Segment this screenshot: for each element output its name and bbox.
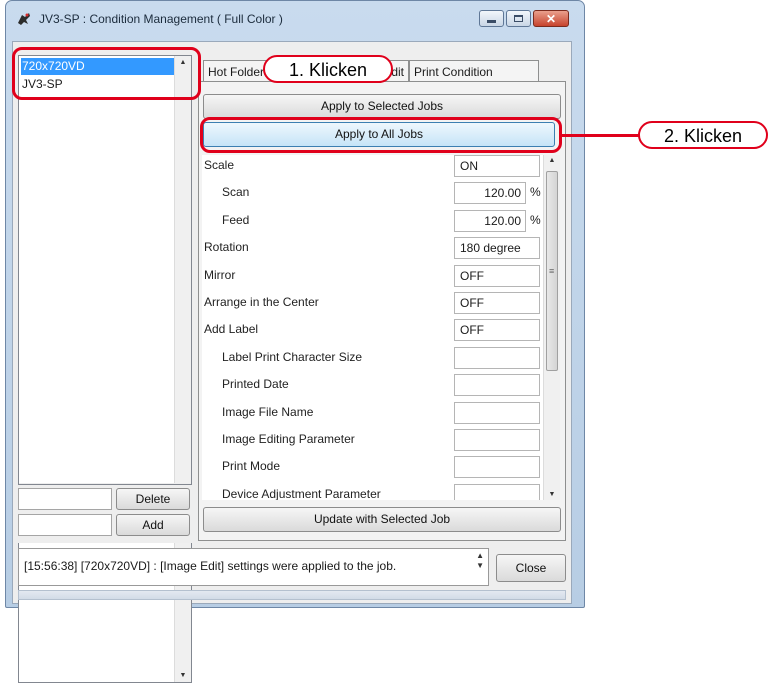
property-unit: % xyxy=(530,212,541,227)
maximize-icon xyxy=(514,15,523,22)
property-label: Add Label xyxy=(204,322,259,337)
close-button[interactable]: Close xyxy=(496,554,566,582)
property-label: Scan xyxy=(222,185,250,200)
log-spin-icon[interactable]: ▲ ▼ xyxy=(476,551,484,571)
status-log: [15:56:38] [720x720VD] : [Image Edit] se… xyxy=(18,548,489,586)
property-value[interactable] xyxy=(454,483,540,500)
profile-list[interactable]: 720x720VD JV3-SP ▲ ▼ xyxy=(18,55,192,683)
property-value[interactable]: OFF xyxy=(454,319,540,342)
property-label: Image File Name xyxy=(222,404,314,419)
property-value[interactable]: 120.00 xyxy=(454,182,526,205)
highlight-apply-all xyxy=(200,117,562,153)
property-row[interactable]: Mirror OFF xyxy=(202,264,542,292)
minimize-button[interactable] xyxy=(479,10,504,27)
callout-leader-line xyxy=(561,134,641,137)
property-label: Print Mode xyxy=(222,459,281,474)
property-grid-scrollbar[interactable]: ▲ ≡ ▼ xyxy=(543,155,560,500)
property-row[interactable]: Scan 120.00% xyxy=(202,182,542,209)
update-with-selected-job-button[interactable]: Update with Selected Job xyxy=(203,507,561,532)
property-row[interactable]: Print Mode xyxy=(202,456,542,483)
property-value[interactable] xyxy=(454,374,540,397)
add-button[interactable]: Add xyxy=(116,514,190,536)
new-profile-field[interactable] xyxy=(18,514,112,536)
minimize-icon xyxy=(487,19,496,23)
app-icon xyxy=(18,13,30,25)
property-value[interactable]: ON xyxy=(454,155,540,177)
property-value[interactable] xyxy=(454,346,540,369)
property-label: Printed Date xyxy=(222,377,289,392)
property-label: Arrange in the Center xyxy=(204,295,319,309)
property-row[interactable]: Label Print Character Size xyxy=(202,346,542,374)
property-label: Device Adjustment Parameter xyxy=(222,486,381,500)
property-row[interactable]: Feed 120.00% xyxy=(202,209,542,237)
apply-to-selected-jobs-button[interactable]: Apply to Selected Jobs xyxy=(203,94,561,119)
property-value[interactable] xyxy=(454,401,540,424)
property-row[interactable]: Image Editing Parameter xyxy=(202,429,542,456)
property-label: Mirror xyxy=(204,267,236,282)
status-strip xyxy=(18,590,566,600)
property-row[interactable]: Scale ON xyxy=(202,155,542,182)
grip-icon: ≡ xyxy=(549,266,555,276)
delete-button[interactable]: Delete xyxy=(116,488,190,510)
scroll-down-icon[interactable]: ▼ xyxy=(175,672,191,679)
callout-step2: 2. Klicken xyxy=(638,121,768,149)
property-label: Feed xyxy=(222,212,250,227)
property-grid: Scale ON Scan 120.00% Feed 120.00% Rotation 180… xyxy=(202,155,557,500)
property-unit: % xyxy=(530,185,541,200)
property-label: Rotation xyxy=(204,240,249,255)
property-row[interactable]: Rotation 180 degree xyxy=(202,237,542,264)
property-row[interactable]: Device Adjustment Parameter xyxy=(202,483,542,500)
scroll-up-icon[interactable]: ▲ xyxy=(544,157,560,164)
window-title: JV3-SP : Condition Management ( Full Col… xyxy=(39,12,283,26)
property-label: Label Print Character Size xyxy=(222,349,363,364)
maximize-button[interactable] xyxy=(506,10,531,27)
property-row[interactable]: Arrange in the Center OFF xyxy=(202,292,542,319)
property-label: Image Editing Parameter xyxy=(222,432,355,446)
property-value[interactable] xyxy=(454,429,540,451)
status-log-text: [15:56:38] [720x720VD] : [Image Edit] se… xyxy=(24,559,397,573)
property-value[interactable] xyxy=(454,456,540,479)
property-value[interactable]: 120.00 xyxy=(454,209,526,232)
profile-name-field[interactable] xyxy=(18,488,112,510)
scroll-down-icon[interactable]: ▼ xyxy=(544,491,560,498)
title-bar[interactable]: JV3-SP : Condition Management ( Full Col… xyxy=(6,1,584,37)
list-divider xyxy=(18,484,192,485)
callout-step1: 1. Klicken xyxy=(263,55,393,83)
close-icon: ✕ xyxy=(545,11,557,26)
property-row[interactable]: Image File Name xyxy=(202,401,542,429)
profile-list-scrollbar[interactable]: ▲ ▼ xyxy=(174,56,191,682)
scroll-thumb[interactable]: ≡ xyxy=(546,171,558,371)
property-label: Scale xyxy=(204,158,235,172)
property-row[interactable]: Add Label OFF xyxy=(202,319,542,346)
close-window-button[interactable]: ✕ xyxy=(533,10,569,27)
property-value[interactable]: OFF xyxy=(454,264,540,287)
tab-print-condition[interactable]: Print Condition xyxy=(409,60,539,82)
highlight-profile-list xyxy=(12,47,201,100)
property-value[interactable]: OFF xyxy=(454,292,540,314)
property-row[interactable]: Printed Date xyxy=(202,374,542,401)
property-value[interactable]: 180 degree xyxy=(454,237,540,260)
